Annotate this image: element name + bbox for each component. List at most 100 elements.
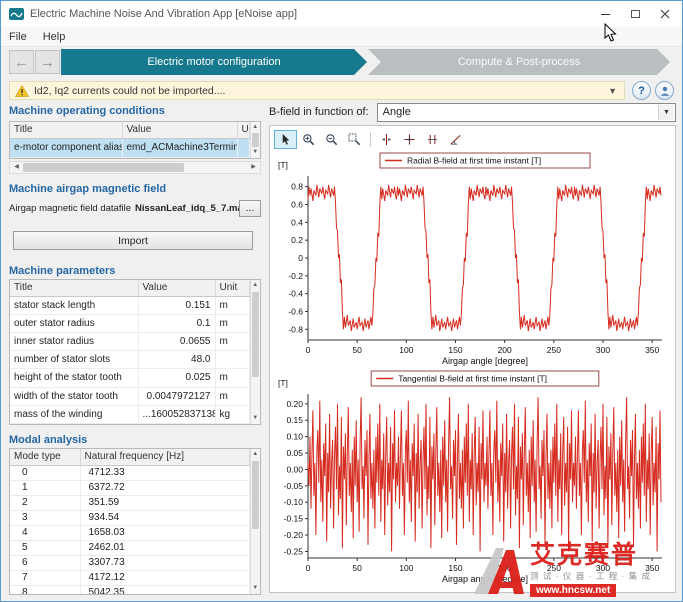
- table-cell: outer stator radius: [10, 314, 138, 332]
- table-row[interactable]: width of the stator tooth0.0047972127m: [10, 387, 249, 405]
- table-cell: 351.59: [80, 495, 249, 510]
- chevron-down-icon[interactable]: ▼: [658, 105, 674, 120]
- vertical-scrollbar[interactable]: ▲ ▼: [250, 449, 261, 594]
- svg-text:50: 50: [352, 563, 362, 573]
- scroll-down-icon[interactable]: ▼: [251, 413, 261, 424]
- warning-banner[interactable]: Id2, Iq2 currents could not be imported.…: [9, 81, 625, 100]
- bfield-function-row: B-field in function of: Angle ▼: [269, 102, 676, 122]
- table-cell: 6: [10, 555, 80, 570]
- scrollbar-thumb[interactable]: [252, 292, 260, 377]
- horizontal-scrollbar[interactable]: ◀ ▶: [9, 161, 261, 174]
- help-button[interactable]: ?: [632, 81, 651, 100]
- table-row[interactable]: mass of the winding...1600528371386kg: [10, 405, 249, 423]
- table-row[interactable]: 74172.12: [10, 570, 249, 585]
- table-row[interactable]: 41658.03: [10, 525, 249, 540]
- support-button[interactable]: [655, 81, 674, 100]
- table-row[interactable]: 85042.35: [10, 585, 249, 595]
- section-title-machine-parameters: Machine parameters: [9, 265, 115, 277]
- table-cell: m: [215, 332, 249, 350]
- table-row[interactable]: 2351.59: [10, 495, 249, 510]
- toolbar-separator: [370, 132, 371, 147]
- svg-text:-0.8: -0.8: [288, 324, 303, 334]
- tool-pointer-button[interactable]: [274, 130, 297, 149]
- step-tab-compute-postprocess[interactable]: Compute & Post-process: [368, 49, 670, 75]
- tool-marker-slope-button[interactable]: [444, 130, 467, 149]
- title-bar: Electric Machine Noise And Vibration App…: [1, 1, 682, 27]
- table-row[interactable]: stator stack length0.151m: [10, 296, 249, 314]
- table-cell: emd_ACMachine3Terminals: [122, 138, 237, 158]
- table-row[interactable]: 16372.72: [10, 480, 249, 495]
- tool-zoom-out-button[interactable]: [320, 130, 343, 149]
- table-row[interactable]: inner stator radius0.0655m: [10, 332, 249, 350]
- import-button[interactable]: Import: [13, 231, 253, 250]
- close-button[interactable]: [650, 1, 680, 27]
- svg-text:300: 300: [596, 345, 610, 355]
- table-cell: 2462.01: [80, 540, 249, 555]
- person-icon: [659, 85, 671, 97]
- bfield-function-value: Angle: [383, 106, 411, 118]
- table-cell: mass of the winding: [10, 405, 138, 423]
- tangential-bfield-chart[interactable]: 0.200.150.100.050.00-0.05-0.10-0.15-0.20…: [272, 370, 672, 586]
- tool-marker-double-button[interactable]: [421, 130, 444, 149]
- vertical-scrollbar[interactable]: ▲ ▼: [250, 122, 261, 158]
- table-row[interactable]: 3934.54: [10, 510, 249, 525]
- menu-file[interactable]: File: [1, 29, 35, 45]
- table-cell: 0.025: [138, 369, 215, 387]
- table-row[interactable]: 63307.73: [10, 555, 249, 570]
- table-row[interactable]: 04712.33: [10, 465, 249, 480]
- wizard-nav: ← → Electric motor configuration Compute…: [1, 49, 682, 75]
- maximize-button[interactable]: [620, 1, 650, 27]
- svg-text:250: 250: [547, 563, 561, 573]
- scroll-down-icon[interactable]: ▼: [251, 147, 261, 158]
- tool-marker-cross-button[interactable]: [398, 130, 421, 149]
- table-cell: 934.54: [80, 510, 249, 525]
- menu-help[interactable]: Help: [35, 29, 74, 45]
- table-row[interactable]: outer stator radius0.1m: [10, 314, 249, 332]
- scrollbar-thumb[interactable]: [252, 461, 260, 529]
- pointer-icon: [279, 133, 292, 146]
- scroll-up-icon[interactable]: ▲: [251, 122, 261, 133]
- modal-analysis-table-container: Mode typeNatural frequency [Hz]04712.331…: [9, 448, 261, 595]
- table-row[interactable]: number of stator slots48.0: [10, 351, 249, 369]
- step-tab-label: Compute & Post-process: [458, 56, 580, 68]
- table-cell: 8: [10, 585, 80, 595]
- marker-slope-icon: [449, 133, 462, 146]
- scrollbar-thumb[interactable]: [23, 163, 184, 172]
- table-cell: 0.0655: [138, 332, 215, 350]
- forward-button[interactable]: →: [35, 50, 60, 74]
- warning-dropdown-icon[interactable]: ▼: [606, 86, 619, 96]
- table-cell: width of the stator tooth: [10, 387, 138, 405]
- configuration-sidebar: Machine operating conditions TitleValueU…: [9, 103, 261, 595]
- table-cell: 1: [10, 480, 80, 495]
- back-button[interactable]: ←: [9, 50, 34, 74]
- table-row[interactable]: 52462.01: [10, 540, 249, 555]
- scroll-down-icon[interactable]: ▼: [251, 583, 261, 594]
- table-cell: 48.0: [138, 351, 215, 369]
- svg-text:-0.6: -0.6: [288, 306, 303, 316]
- scroll-right-icon[interactable]: ▶: [247, 162, 260, 173]
- browse-file-button[interactable]: ...: [239, 200, 261, 217]
- table-cell: 5042.35: [80, 585, 249, 595]
- warning-text: Id2, Iq2 currents could not be imported.…: [34, 85, 606, 97]
- scroll-left-icon[interactable]: ◀: [10, 162, 23, 173]
- bfield-function-select[interactable]: Angle ▼: [377, 103, 676, 122]
- table-cell: 0.151: [138, 296, 215, 314]
- app-window: Electric Machine Noise And Vibration App…: [0, 0, 683, 602]
- tool-marker-vertical-button[interactable]: [375, 130, 398, 149]
- airgap-file-value: NissanLeaf_idq_5_7.mat: [135, 203, 239, 214]
- tool-zoom-region-button[interactable]: [343, 130, 366, 149]
- table-row[interactable]: height of the stator tooth0.025m: [10, 369, 249, 387]
- svg-text:0.8: 0.8: [291, 182, 303, 192]
- scrollbar-thumb[interactable]: [252, 133, 260, 147]
- scroll-up-icon[interactable]: ▲: [251, 280, 261, 291]
- radial-bfield-chart[interactable]: 0.80.60.40.20-0.2-0.4-0.6-0.805010015020…: [272, 152, 672, 368]
- step-tab-motor-configuration[interactable]: Electric motor configuration: [61, 49, 367, 75]
- column-header: Value: [138, 280, 215, 296]
- vertical-scrollbar[interactable]: ▲ ▼: [250, 280, 261, 424]
- svg-text:-0.25: -0.25: [284, 546, 304, 556]
- table-row[interactable]: e-motor component aliasemd_ACMachine3Ter…: [10, 138, 249, 158]
- tool-zoom-in-button[interactable]: [297, 130, 320, 149]
- svg-text:0.05: 0.05: [286, 448, 303, 458]
- scroll-up-icon[interactable]: ▲: [251, 449, 261, 460]
- zoom-out-icon: [325, 133, 338, 146]
